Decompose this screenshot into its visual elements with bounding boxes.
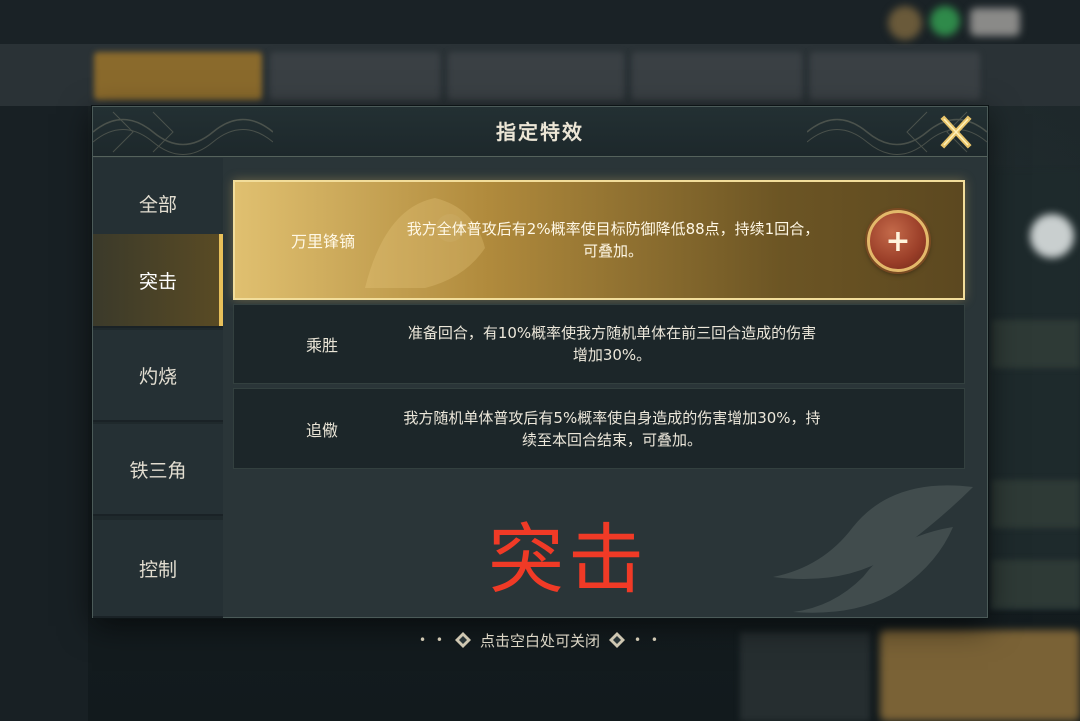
background-strip bbox=[992, 560, 1080, 608]
hint-text: 点击空白处可关闭 bbox=[479, 631, 600, 650]
category-assault[interactable]: 突击 bbox=[93, 234, 223, 328]
background-tab bbox=[94, 52, 262, 100]
effect-description: 我方随机单体普攻后有5%概率使自身造成的伤害增加30%，持续至本回合结束，可叠加… bbox=[403, 408, 821, 449]
effect-description: 我方全体普攻后有2%概率使目标防御降低88点，持续1回合，可叠加。 bbox=[406, 220, 820, 260]
add-effect-button[interactable]: + bbox=[867, 210, 929, 272]
background-strip bbox=[992, 480, 1080, 528]
diamond-ornament-icon bbox=[609, 632, 625, 648]
effect-row[interactable]: 追儆 我方随机单体普攻后有5%概率使自身造成的伤害增加30%，持续至本回合结束，… bbox=[233, 388, 965, 469]
close-hint[interactable]: • • 点击空白处可关闭 • • bbox=[0, 626, 1080, 654]
background-tab bbox=[632, 52, 802, 100]
dialog-title: 指定特效 bbox=[496, 120, 584, 144]
hint-ornament-right: • • bbox=[634, 633, 661, 647]
effect-name: 乘胜 bbox=[305, 336, 338, 355]
plus-icon: + bbox=[885, 223, 911, 259]
category-sidebar: 全部 突击 灼烧 铁三角 控制 bbox=[93, 158, 223, 618]
dialog-header: 指定特效 bbox=[93, 107, 987, 157]
background-button bbox=[970, 8, 1020, 36]
category-label: 铁三角 bbox=[129, 459, 187, 482]
diamond-ornament-icon bbox=[454, 632, 471, 648]
hint-ornament-left: • • bbox=[419, 633, 446, 647]
background-tab bbox=[448, 52, 624, 100]
background-gem-icon bbox=[930, 6, 960, 36]
effect-row-selected[interactable]: 万里锋镝 我方全体普攻后有2%概率使目标防御降低88点，持续1回合，可叠加。 + bbox=[233, 180, 965, 300]
wing-watermark-icon bbox=[773, 485, 973, 613]
background-tab bbox=[270, 52, 440, 100]
category-burn[interactable]: 灼烧 bbox=[93, 330, 223, 422]
effect-name: 追儆 bbox=[305, 420, 338, 440]
category-label: 控制 bbox=[138, 558, 177, 581]
background-currency-icon bbox=[888, 6, 922, 40]
background-tab bbox=[810, 52, 980, 100]
category-label: 灼烧 bbox=[138, 365, 177, 388]
overlay-category-label: 突击 bbox=[488, 515, 648, 604]
category-label: 突击 bbox=[138, 270, 177, 293]
category-iron-triangle[interactable]: 铁三角 bbox=[93, 424, 223, 516]
effect-name: 万里锋镝 bbox=[290, 232, 355, 251]
effect-description: 准备回合，有10%概率使我方随机单体在前三回合造成的伤害增加30%。 bbox=[407, 324, 817, 364]
background-avatar-icon bbox=[1030, 214, 1074, 258]
category-control[interactable]: 控制 bbox=[93, 520, 223, 618]
close-icon bbox=[940, 115, 972, 149]
close-button[interactable] bbox=[937, 113, 975, 151]
background-strip bbox=[992, 320, 1080, 368]
category-label: 全部 bbox=[138, 193, 177, 216]
effect-row[interactable]: 乘胜 准备回合，有10%概率使我方随机单体在前三回合造成的伤害增加30%。 bbox=[233, 304, 965, 384]
